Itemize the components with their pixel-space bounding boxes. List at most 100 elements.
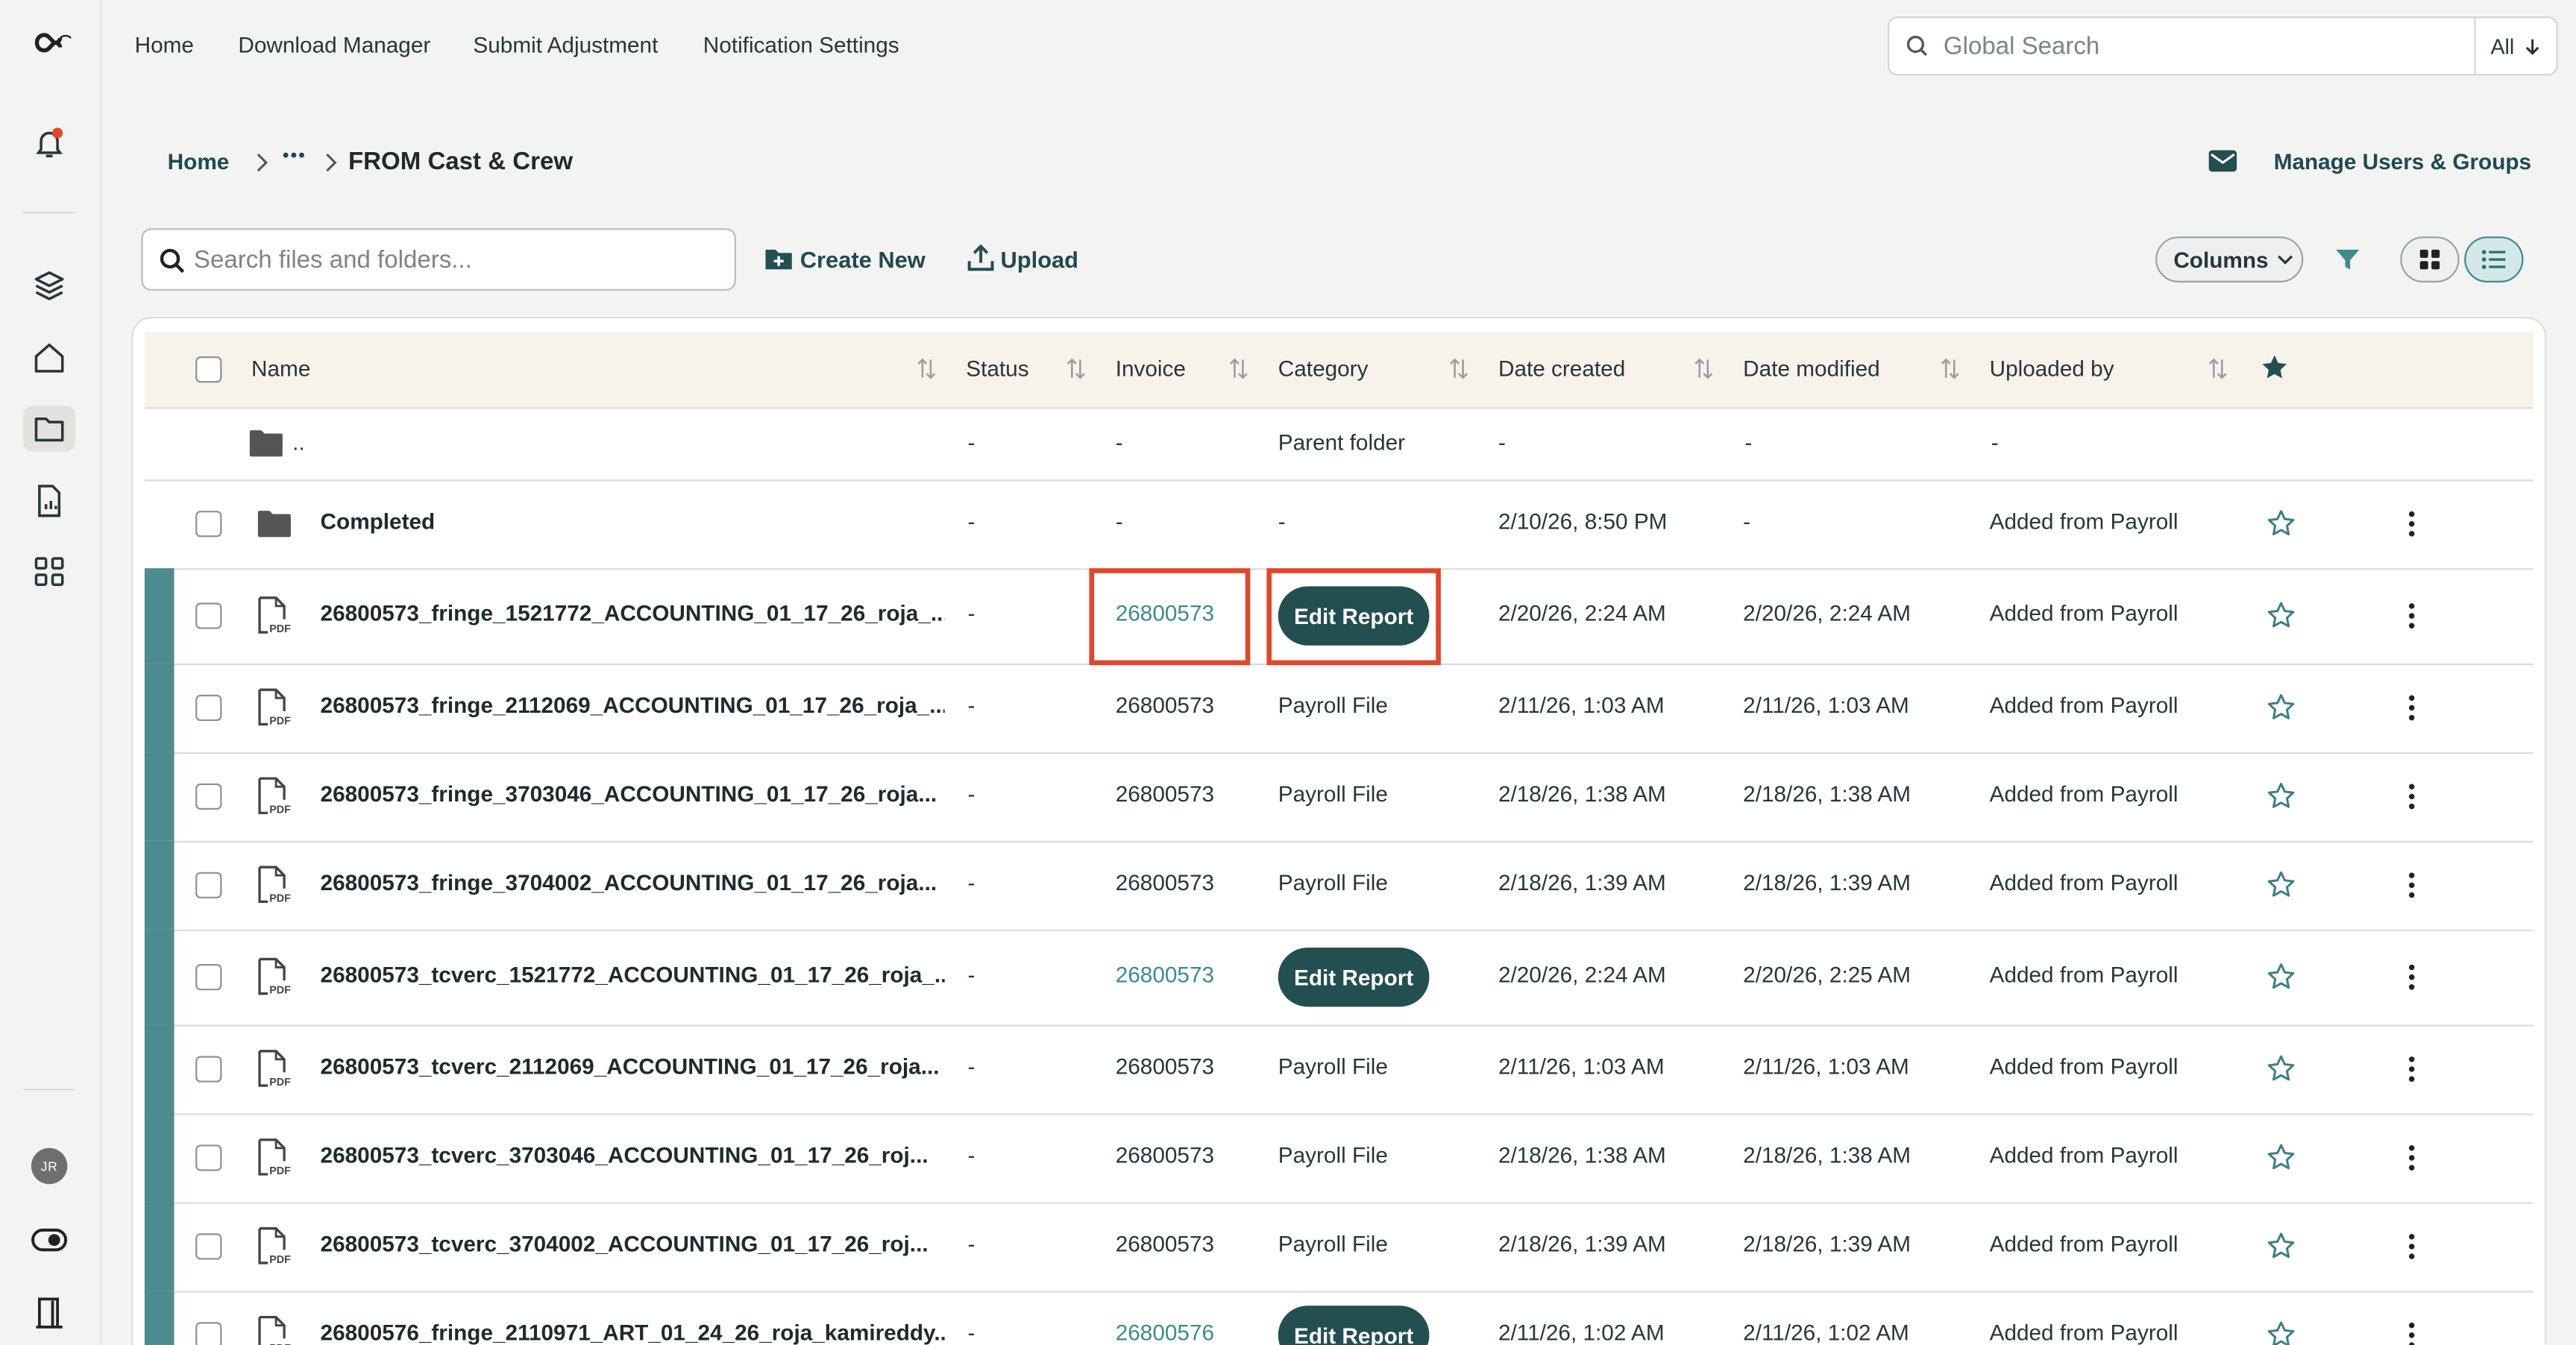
more-options-icon[interactable] (2408, 1322, 2415, 1345)
star-icon[interactable] (2267, 1320, 2295, 1345)
file-name[interactable]: 26800573_fringe_1521772_ACCOUNTING_01_17… (321, 601, 945, 626)
row-checkbox[interactable] (195, 511, 222, 538)
more-options-icon[interactable] (2408, 695, 2415, 721)
bell-icon[interactable] (23, 120, 75, 166)
avatar[interactable]: JR (31, 1147, 68, 1185)
more-options-icon[interactable] (2408, 784, 2415, 810)
search-scope-select[interactable]: All (2490, 34, 2539, 59)
star-icon[interactable] (2267, 1143, 2295, 1171)
nav-home[interactable]: Home (135, 33, 194, 57)
header-invoice[interactable]: Invoice (1116, 356, 1186, 381)
more-options-icon[interactable] (2408, 1144, 2415, 1171)
more-options-icon[interactable] (2408, 602, 2415, 629)
file-name[interactable]: 26800576_fringe_2110971_ART_01_24_26_roj… (321, 1320, 945, 1345)
file-name[interactable]: Completed (321, 509, 945, 534)
file-name[interactable]: 26800573_tcverc_3703046_ACCOUNTING_01_17… (321, 1143, 945, 1168)
header-category[interactable]: Category (1278, 356, 1369, 381)
row-checkbox[interactable] (195, 1056, 222, 1083)
apps-icon[interactable] (23, 549, 75, 595)
sort-icon[interactable] (1066, 358, 1086, 388)
star-icon[interactable] (2267, 963, 2295, 990)
star-filled-icon[interactable] (2261, 353, 2288, 389)
table-row[interactable]: PDF 26800573_fringe_3704002_ACCOUNTING_01… (144, 840, 2533, 931)
table-row[interactable]: PDF 26800573_tcverc_3704002_ACCOUNTING_01… (144, 1202, 2533, 1293)
table-row[interactable]: PDF 26800573_tcverc_1521772_ACCOUNTING_01… (144, 929, 2533, 1027)
file-search-input[interactable]: Search files and folders... (141, 228, 736, 291)
svg-text:PDF: PDF (269, 892, 291, 904)
layers-icon[interactable] (23, 262, 75, 309)
row-checkbox[interactable] (195, 602, 222, 629)
list-view-button[interactable] (2464, 236, 2524, 283)
more-options-icon[interactable] (2408, 1233, 2415, 1259)
row-checkbox[interactable] (195, 783, 222, 810)
file-name[interactable]: 26800573_fringe_3704002_ACCOUNTING_01_17… (321, 870, 945, 895)
global-search-input[interactable]: Global Search All (1888, 16, 2558, 76)
mail-icon[interactable] (2208, 149, 2238, 172)
row-checkbox[interactable] (195, 1233, 222, 1260)
invoice-link[interactable]: 26800573 (1116, 963, 1214, 987)
header-status[interactable]: Status (966, 356, 1028, 381)
table-row[interactable]: PDF 26800573_tcverc_3703046_ACCOUNTING_01… (144, 1113, 2533, 1204)
more-options-icon[interactable] (2408, 511, 2415, 537)
star-icon[interactable] (2267, 509, 2295, 537)
nav-notification-settings[interactable]: Notification Settings (703, 33, 899, 57)
sort-icon[interactable] (1449, 358, 1468, 388)
toggle-icon[interactable] (23, 1217, 75, 1263)
table-row[interactable]: Completed - - -2/10/26, 8:50 PM - Added from … (144, 479, 2533, 570)
door-icon[interactable] (23, 1289, 75, 1335)
sort-icon[interactable] (1941, 358, 1960, 388)
header-uploaded-by[interactable]: Uploaded by (1990, 356, 2114, 381)
edit-report-button[interactable]: Edit Report (1278, 1305, 1430, 1345)
table-row[interactable]: PDF 26800576_fringe_2110971_ART_01_24_26_… (144, 1291, 2533, 1345)
file-name[interactable]: 26800573_tcverc_2112069_ACCOUNTING_01_17… (321, 1054, 945, 1079)
invoice-link[interactable]: 26800576 (1116, 1320, 1214, 1345)
file-name[interactable]: 26800573_fringe_3703046_ACCOUNTING_01_17… (321, 782, 945, 807)
table-row[interactable]: PDF 26800573_tcverc_2112069_ACCOUNTING_01… (144, 1024, 2533, 1115)
file-name[interactable]: 26800573_tcverc_3704002_ACCOUNTING_01_17… (321, 1232, 945, 1256)
header-date-created[interactable]: Date created (1498, 356, 1625, 381)
breadcrumb-ellipsis[interactable]: ••• (283, 146, 307, 166)
star-icon[interactable] (2267, 870, 2295, 898)
columns-dropdown[interactable]: Columns (2155, 236, 2304, 283)
svg-text:PDF: PDF (269, 1165, 291, 1177)
home-icon[interactable] (23, 335, 75, 381)
more-options-icon[interactable] (2408, 872, 2415, 898)
create-new-button[interactable]: Create New (800, 246, 926, 272)
manage-users-link[interactable]: Manage Users & Groups (2274, 149, 2531, 174)
breadcrumb-home[interactable]: Home (168, 149, 230, 174)
report-icon[interactable] (23, 478, 75, 524)
sort-icon[interactable] (1229, 358, 1248, 388)
filter-icon[interactable] (2334, 246, 2360, 272)
file-name[interactable]: 26800573_fringe_2112069_ACCOUNTING_01_17… (321, 693, 945, 718)
star-icon[interactable] (2267, 601, 2295, 629)
table-row-parent[interactable]: .. - - Parent folder - - - (144, 409, 2533, 482)
upload-button[interactable]: Upload (1001, 246, 1079, 272)
select-all-checkbox[interactable] (195, 356, 222, 383)
sort-icon[interactable] (2208, 358, 2228, 388)
nav-download-manager[interactable]: Download Manager (238, 33, 430, 57)
arrow-down-icon (2526, 39, 2539, 55)
star-icon[interactable] (2267, 782, 2295, 810)
star-icon[interactable] (2267, 1054, 2295, 1082)
sort-icon[interactable] (1694, 358, 1713, 388)
edit-report-button[interactable]: Edit Report (1278, 948, 1430, 1007)
table-row[interactable]: PDF 26800573_fringe_2112069_ACCOUNTING_01… (144, 663, 2533, 755)
sort-icon[interactable] (917, 358, 936, 388)
more-options-icon[interactable] (2408, 1056, 2415, 1082)
header-date-modified[interactable]: Date modified (1743, 356, 1879, 381)
more-options-icon[interactable] (2408, 964, 2415, 990)
grid-view-button[interactable] (2400, 236, 2460, 283)
row-checkbox[interactable] (195, 872, 222, 898)
folder-icon[interactable] (22, 406, 76, 452)
star-icon[interactable] (2267, 1232, 2295, 1259)
header-name[interactable]: Name (251, 356, 310, 381)
row-checkbox[interactable] (195, 1322, 222, 1345)
nav-submit-adjustment[interactable]: Submit Adjustment (473, 33, 658, 57)
star-icon[interactable] (2267, 693, 2295, 721)
row-checkbox[interactable] (195, 964, 222, 991)
row-checkbox[interactable] (195, 1144, 222, 1171)
table-row[interactable]: PDF 26800573_fringe_3703046_ACCOUNTING_01… (144, 752, 2533, 843)
row-checkbox[interactable] (195, 694, 222, 722)
file-name[interactable]: 26800573_tcverc_1521772_ACCOUNTING_01_17… (321, 963, 945, 987)
logo-icon[interactable] (23, 19, 75, 66)
